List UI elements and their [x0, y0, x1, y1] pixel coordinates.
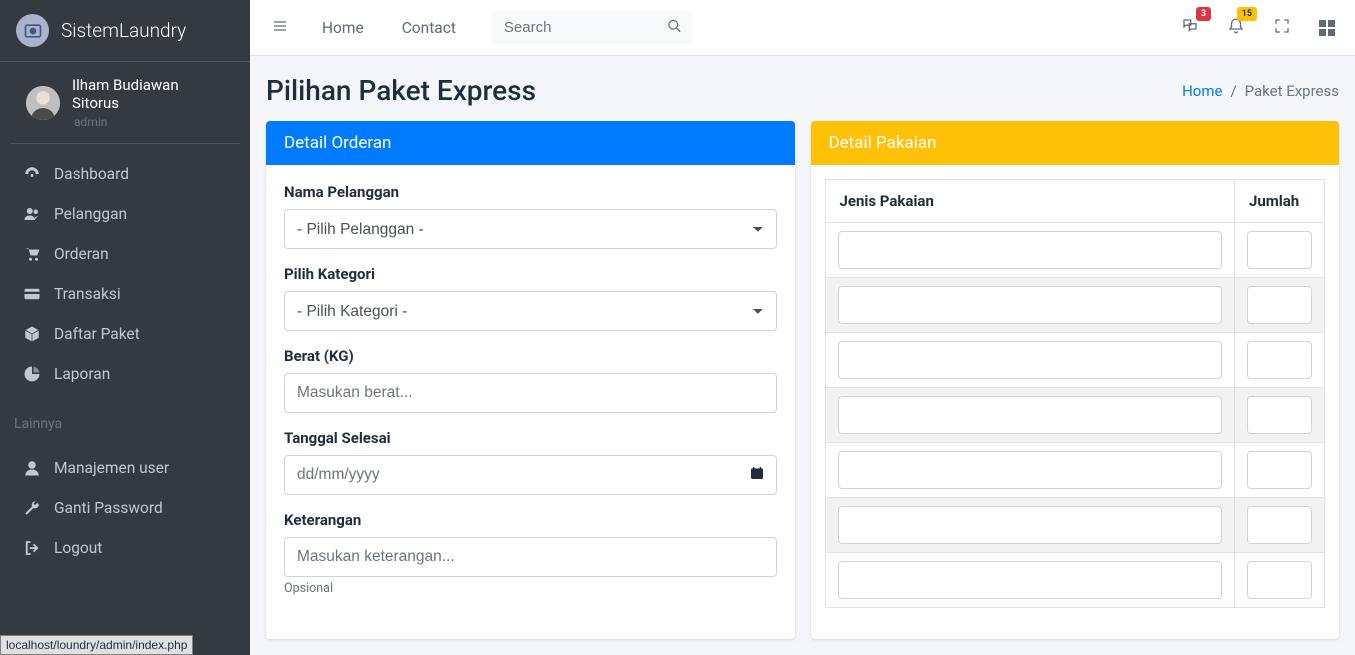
sidebar: SistemLaundry Ilham Budiawan Sitorus adm…	[0, 0, 250, 655]
label-keterangan: Keterangan	[284, 511, 777, 529]
breadcrumb: Home / Paket Express	[1182, 82, 1339, 100]
fullscreen-icon[interactable]	[1269, 13, 1295, 43]
search-icon[interactable]	[667, 18, 682, 37]
card-order-header: Detail Orderan	[266, 121, 795, 165]
input-jenis[interactable]	[838, 231, 1223, 269]
input-jenis[interactable]	[838, 396, 1223, 434]
sidebar-item-daftar-paket[interactable]: Daftar Paket	[8, 314, 242, 354]
input-jumlah[interactable]	[1247, 286, 1312, 324]
input-jenis[interactable]	[838, 506, 1223, 544]
topbar: Home Contact 3 15	[250, 0, 1355, 56]
breadcrumb-current: Paket Express	[1245, 82, 1339, 100]
card-icon	[22, 285, 42, 303]
label-nama: Nama Pelanggan	[284, 183, 777, 201]
label-tanggal: Tanggal Selesai	[284, 429, 777, 447]
input-jumlah[interactable]	[1247, 231, 1312, 269]
nav-section-header: Lainnya	[0, 404, 250, 438]
nav-label: Pelanggan	[54, 205, 127, 223]
select-pelanggan[interactable]: - Pilih Pelanggan -	[284, 209, 777, 249]
input-tanggal[interactable]	[284, 455, 777, 495]
sidebar-item-dashboard[interactable]: Dashboard	[8, 154, 242, 194]
th-jumlah: Jumlah	[1235, 180, 1325, 223]
card-pakaian-header: Detail Pakaian	[811, 121, 1340, 165]
table-row	[825, 388, 1325, 443]
table-row	[825, 553, 1325, 608]
user-icon	[22, 459, 42, 477]
search-input[interactable]	[492, 11, 692, 44]
nav-label: Logout	[54, 539, 102, 557]
nav-secondary: Manajemen user Ganti Password Logout	[0, 438, 250, 578]
card-order: Detail Orderan Nama Pelanggan - Pilih Pe…	[266, 121, 795, 639]
chart-icon	[22, 365, 42, 383]
label-kategori: Pilih Kategori	[284, 265, 777, 283]
calendar-icon[interactable]	[749, 465, 765, 485]
users-icon	[22, 205, 42, 223]
sidebar-item-manajemen-user[interactable]: Manajemen user	[8, 448, 242, 488]
input-jenis[interactable]	[838, 286, 1223, 324]
brand-logo	[16, 14, 49, 47]
logout-icon	[22, 539, 42, 557]
input-jenis[interactable]	[838, 451, 1223, 489]
bell-icon[interactable]: 15	[1223, 13, 1249, 43]
bell-badge: 15	[1237, 7, 1257, 21]
chat-icon[interactable]: 3	[1177, 13, 1203, 43]
input-jumlah[interactable]	[1247, 506, 1312, 544]
nav-label: Daftar Paket	[54, 325, 140, 343]
table-pakaian: Jenis Pakaian Jumlah	[825, 179, 1326, 608]
sidebar-item-ganti-password[interactable]: Ganti Password	[8, 488, 242, 528]
table-row	[825, 333, 1325, 388]
input-jumlah[interactable]	[1247, 341, 1312, 379]
nav-label: Dashboard	[54, 165, 129, 183]
user-panel: Ilham Budiawan Sitorus admin	[10, 62, 240, 144]
table-row	[825, 278, 1325, 333]
topbar-link-contact[interactable]: Contact	[392, 19, 466, 37]
input-jumlah[interactable]	[1247, 396, 1312, 434]
input-jumlah[interactable]	[1247, 451, 1312, 489]
input-jenis[interactable]	[838, 561, 1223, 599]
dashboard-icon	[22, 165, 42, 183]
user-role: admin	[74, 115, 224, 129]
user-name[interactable]: Ilham Budiawan Sitorus	[72, 76, 224, 112]
table-row	[825, 223, 1325, 278]
breadcrumb-home[interactable]: Home	[1182, 82, 1222, 100]
apps-icon[interactable]	[1315, 16, 1339, 40]
input-keterangan[interactable]	[284, 537, 777, 577]
cart-icon	[22, 245, 42, 263]
page-title: Pilihan Paket Express	[266, 74, 536, 107]
sidebar-item-logout[interactable]: Logout	[8, 528, 242, 568]
topbar-link-home[interactable]: Home	[312, 19, 374, 37]
nav-label: Manajemen user	[54, 459, 169, 477]
nav-label: Laporan	[54, 365, 110, 383]
sidebar-item-pelanggan[interactable]: Pelanggan	[8, 194, 242, 234]
select-kategori[interactable]: - Pilih Kategori -	[284, 291, 777, 331]
chat-badge: 3	[1196, 7, 1211, 21]
tbody-pakaian	[825, 223, 1325, 608]
avatar[interactable]	[26, 86, 60, 120]
table-row	[825, 498, 1325, 553]
brand[interactable]: SistemLaundry	[0, 0, 250, 62]
main: Home Contact 3 15	[250, 0, 1355, 655]
menu-toggle[interactable]	[266, 14, 294, 42]
sidebar-item-transaksi[interactable]: Transaksi	[8, 274, 242, 314]
nav-label: Ganti Password	[54, 499, 163, 517]
sidebar-item-orderan[interactable]: Orderan	[8, 234, 242, 274]
card-pakaian: Detail Pakaian Jenis Pakaian Jumlah	[811, 121, 1340, 639]
nav-label: Transaksi	[54, 285, 121, 303]
content-header: Pilihan Paket Express Home / Paket Expre…	[250, 56, 1355, 121]
sidebar-item-laporan[interactable]: Laporan	[8, 354, 242, 394]
th-jenis: Jenis Pakaian	[825, 180, 1235, 223]
table-row	[825, 443, 1325, 498]
input-jumlah[interactable]	[1247, 561, 1312, 599]
status-bar: localhost/loundry/admin/index.php	[0, 635, 193, 655]
label-berat: Berat (KG)	[284, 347, 777, 365]
input-berat[interactable]	[284, 373, 777, 413]
input-jenis[interactable]	[838, 341, 1223, 379]
breadcrumb-sep: /	[1230, 82, 1236, 100]
help-keterangan: Opsional	[284, 581, 777, 596]
nav-main: Dashboard Pelanggan Orderan Transaksi Daftar…	[0, 144, 250, 404]
wrench-icon	[22, 499, 42, 517]
brand-name: SistemLaundry	[61, 19, 186, 42]
box-icon	[22, 325, 42, 343]
nav-label: Orderan	[54, 245, 109, 263]
